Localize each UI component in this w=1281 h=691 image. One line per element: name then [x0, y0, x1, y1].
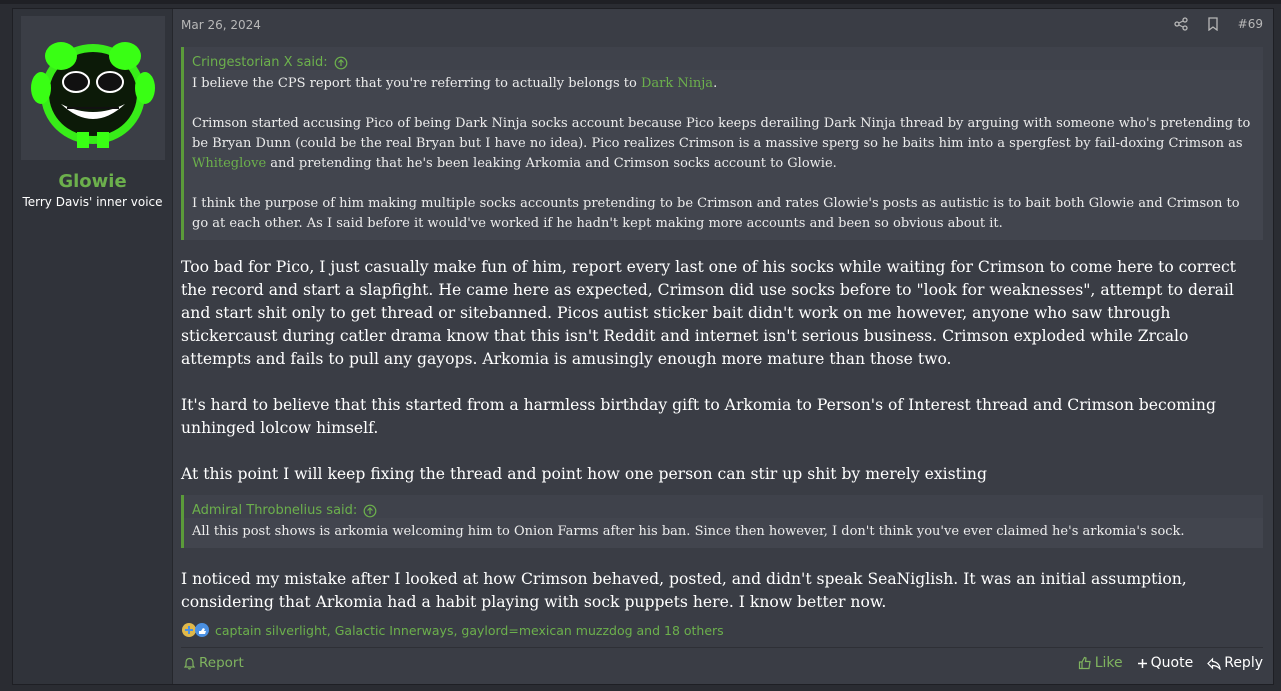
page-top-bar — [0, 0, 1281, 4]
quote-header[interactable]: Admiral Throbnelius said: — [184, 495, 1263, 518]
quote-content: All this post shows is arkomia welcoming… — [184, 518, 1263, 548]
post-date[interactable]: Mar 26, 2024 — [181, 18, 261, 32]
reply-button[interactable]: Reply — [1207, 655, 1263, 671]
share-icon[interactable] — [1174, 16, 1190, 32]
whiteglove-link[interactable]: Whiteglove — [192, 156, 266, 171]
quote-paragraph: All this post shows is arkomia welcoming… — [192, 524, 1185, 539]
body-paragraph: It's hard to believe that this started f… — [181, 396, 1216, 437]
post-body: Too bad for Pico, I just casually make f… — [181, 256, 1263, 486]
quote-text: Crimson started accusing Pico of being D… — [192, 116, 1251, 151]
reactions-bar[interactable]: captain silverlight, Galactic Innerways,… — [181, 622, 724, 638]
plus-icon — [1137, 658, 1147, 668]
like-label: Like — [1094, 655, 1123, 671]
report-label: Report — [199, 655, 244, 671]
post-body: I noticed my mistake after I looked at h… — [181, 568, 1263, 614]
footer-divider — [181, 647, 1263, 648]
quote-paragraph: I believe the CPS report that you're ref… — [192, 74, 1253, 94]
body-paragraph: I noticed my mistake after I looked at h… — [181, 570, 1187, 611]
post-header-actions: #69 — [1174, 16, 1263, 32]
bookmark-icon[interactable] — [1206, 16, 1222, 32]
quote-text: and pretending that he's been leaking Ar… — [266, 156, 837, 171]
quote-paragraph: I think the purpose of him making multip… — [192, 196, 1240, 231]
arrow-up-circle-icon[interactable] — [363, 504, 377, 518]
forum-post: Glowie Terry Davis' inner voice Mar 26, … — [12, 8, 1274, 685]
quote-text: I believe the CPS report that you're ref… — [192, 76, 641, 91]
quote-header[interactable]: Cringestorian X said: — [184, 47, 1263, 70]
report-button[interactable]: Report — [183, 655, 244, 671]
reaction-icon — [182, 623, 209, 637]
body-paragraph: Too bad for Pico, I just casually make f… — [181, 258, 1236, 368]
quote-author[interactable]: Cringestorian X said: — [192, 55, 328, 70]
like-button[interactable]: Like — [1078, 655, 1123, 671]
reply-arrow-icon — [1207, 657, 1221, 670]
arrow-up-circle-icon[interactable] — [334, 56, 348, 70]
user-title: Terry Davis' inner voice — [22, 195, 163, 209]
quote-paragraph: Crimson started accusing Pico of being D… — [192, 114, 1253, 174]
quote-label: Quote — [1150, 655, 1194, 671]
user-avatar[interactable] — [21, 16, 165, 160]
quote-block: Admiral Throbnelius said: All this post … — [181, 495, 1263, 548]
quote-text: . — [713, 76, 718, 91]
post-number[interactable]: #69 — [1238, 17, 1263, 31]
bell-icon — [183, 657, 196, 669]
body-paragraph: At this point I will keep fixing the thr… — [181, 465, 987, 483]
username[interactable]: Glowie — [13, 171, 172, 192]
quote-block: Cringestorian X said: I believe the CPS … — [181, 47, 1263, 240]
glowie-avatar-icon — [21, 16, 165, 160]
reactions-list[interactable]: captain silverlight, Galactic Innerways,… — [215, 623, 724, 638]
quote-button[interactable]: Quote — [1137, 655, 1194, 671]
post-footer-actions: Like Quote Reply — [1078, 655, 1263, 671]
user-info-cell: Glowie Terry Davis' inner voice — [13, 9, 173, 684]
quote-content: I believe the CPS report that you're ref… — [184, 70, 1263, 240]
quote-author[interactable]: Admiral Throbnelius said: — [192, 503, 357, 518]
thumbs-up-icon — [1078, 656, 1091, 670]
reply-label: Reply — [1224, 655, 1263, 671]
post-main: Mar 26, 2024 #69 Cringestorian X said: I… — [181, 9, 1273, 684]
dark-ninja-link[interactable]: Dark Ninja — [641, 76, 713, 91]
